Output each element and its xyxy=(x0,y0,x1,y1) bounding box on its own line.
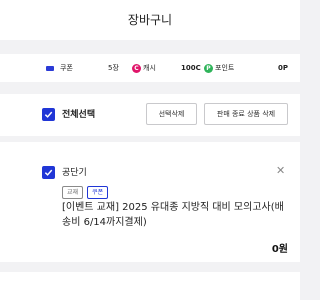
product-name[interactable]: [이벤트 교재] 2025 유대종 지방직 대비 모의고사(배송비 6/14까지… xyxy=(62,200,290,230)
points-bar: 쿠폰 5장 C 캐시 100C P 포인트 0P xyxy=(0,54,300,82)
item-checkbox[interactable] xyxy=(42,166,55,179)
cash-icon: C xyxy=(132,54,141,82)
check-icon xyxy=(44,111,53,118)
cash-label: 캐시 xyxy=(143,64,156,72)
item-tags: 교재 쿠폰 xyxy=(62,186,109,199)
select-all-label[interactable]: 전체선택 xyxy=(62,107,95,120)
next-section xyxy=(0,272,300,300)
point-label: 포인트 xyxy=(215,64,235,72)
coupon-tag: 쿠폰 xyxy=(87,186,109,199)
seller-name: 공단기 xyxy=(62,168,87,178)
cash-amount: 100C xyxy=(181,64,201,72)
delete-selected-button[interactable]: 선택삭제 xyxy=(146,103,197,125)
item-price: 0원 xyxy=(271,244,288,255)
ticket-icon xyxy=(46,54,54,82)
select-all-checkbox[interactable] xyxy=(42,108,55,121)
page-title: 장바구니 xyxy=(127,12,173,27)
close-icon[interactable]: ✕ xyxy=(276,164,285,177)
select-all-bar: 전체선택 선택삭제 판매 종료 상품 삭제 xyxy=(0,94,300,136)
point-amount: 0P xyxy=(278,64,289,72)
coupon-count[interactable]: 5장 xyxy=(108,54,119,82)
cart-item-card: 공단기 ✕ 교재 쿠폰 [이벤트 교재] 2025 유대종 지방직 대비 모의고… xyxy=(0,142,300,262)
delete-ended-items-button[interactable]: 판매 종료 상품 삭제 xyxy=(204,103,288,125)
coupon-label: 쿠폰 xyxy=(60,64,73,72)
book-tag: 교재 xyxy=(62,186,84,199)
header: 장바구니 xyxy=(0,0,300,40)
check-icon xyxy=(44,169,53,176)
point-icon: P xyxy=(204,54,213,82)
